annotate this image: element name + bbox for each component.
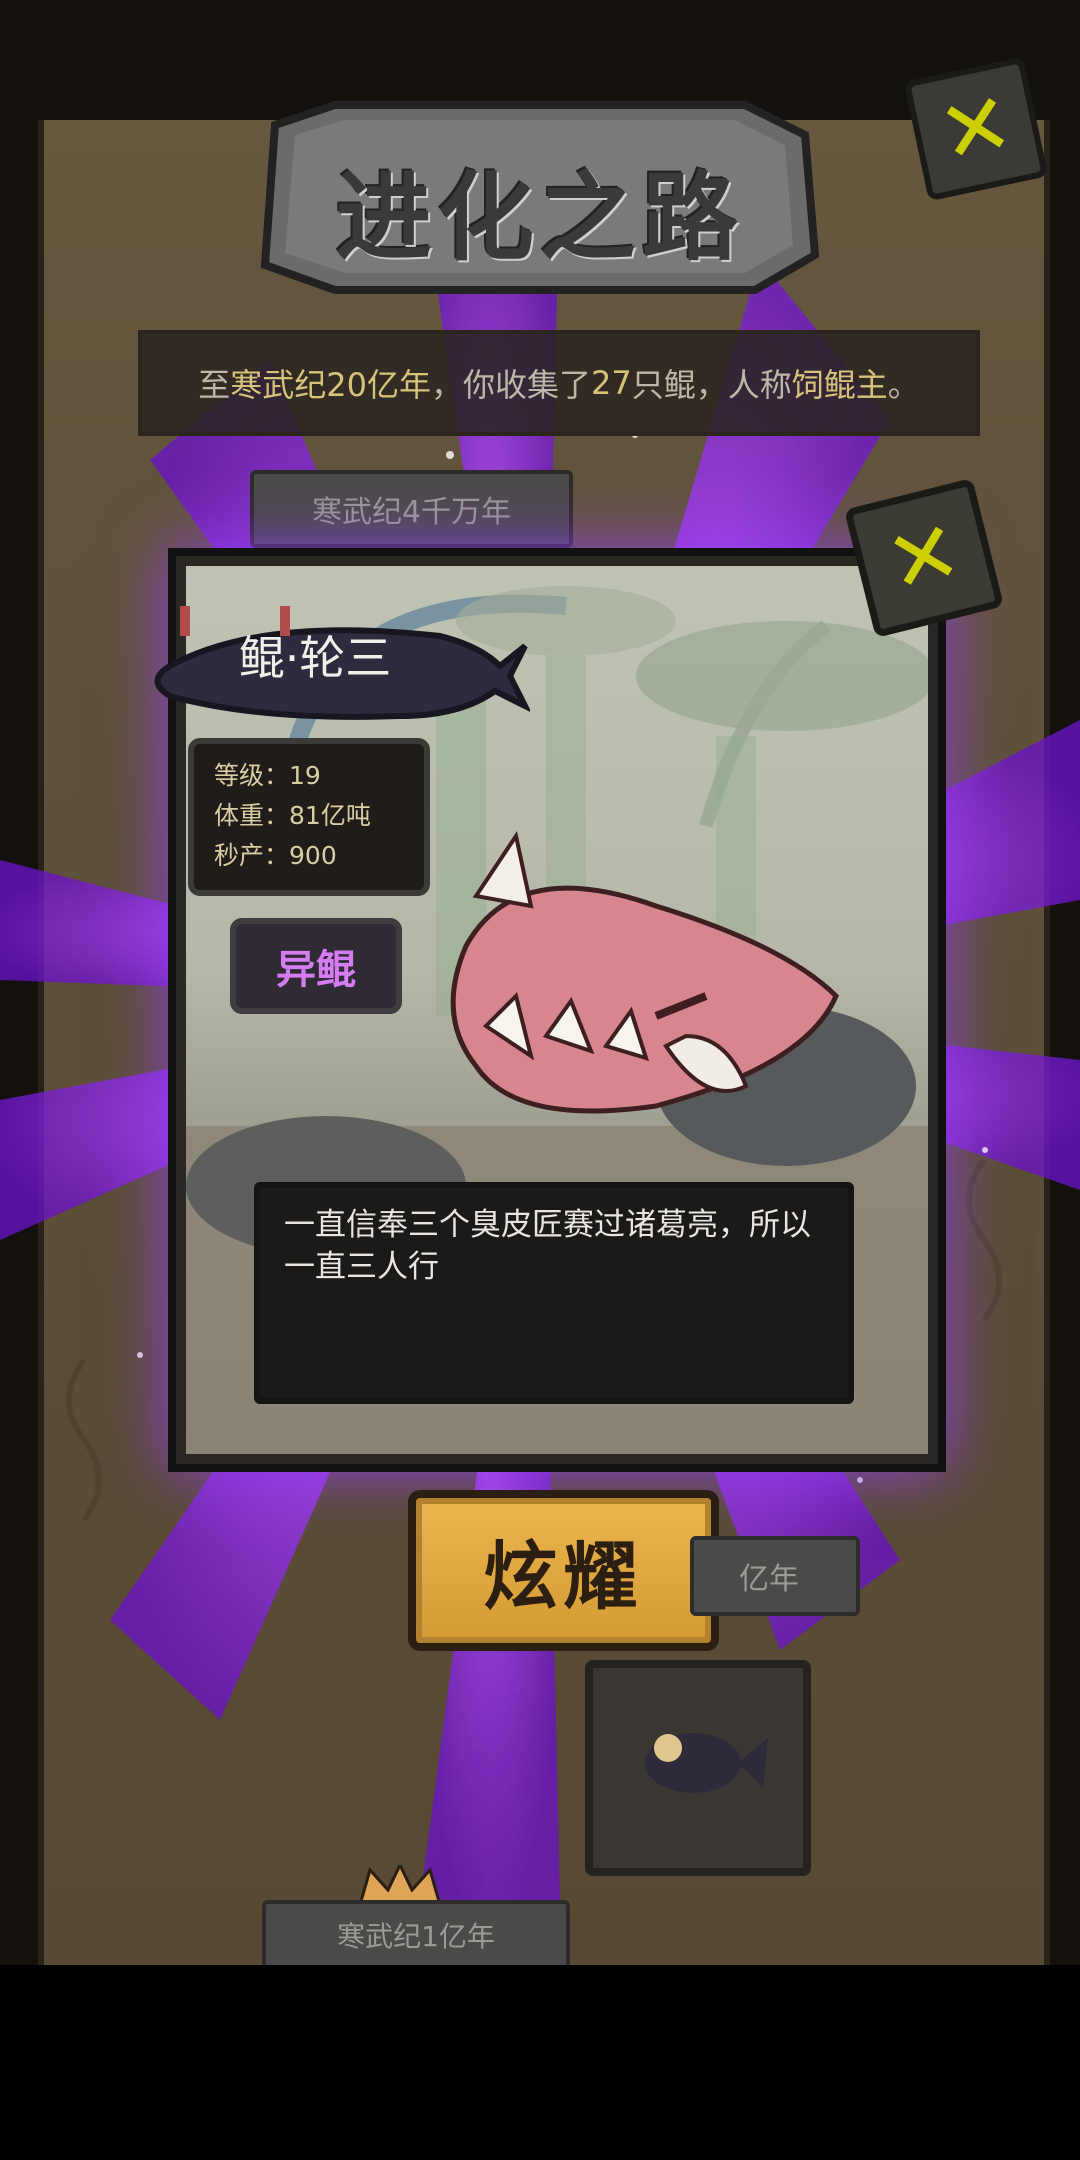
era-label-bottom: 寒武纪1亿年 xyxy=(262,1900,570,1965)
evolution-fish-card[interactable] xyxy=(585,1660,811,1876)
close-icon: ✕ xyxy=(930,72,1022,186)
game-screen: 进化之路 ✕ 至寒武纪20亿年 ，你收集了 27 只鲲，人称 饲鲲主。 寒武纪4千万年 xyxy=(0,0,1080,1965)
stat-level: 等级：19 xyxy=(214,761,321,790)
fish-stats: 等级：19 体重：81亿吨 秒产：900 xyxy=(188,738,430,896)
crown-icon xyxy=(360,1865,440,1905)
banner-mid: ，你收集了 xyxy=(430,366,591,404)
rarity-tag: 异鲲 xyxy=(230,918,402,1014)
stat-weight: 体重：81亿吨 xyxy=(214,801,371,830)
close-icon: ✕ xyxy=(876,500,972,616)
stat-production: 秒产：900 xyxy=(214,841,337,870)
fish-name: 鲲·轮三 xyxy=(238,631,392,685)
page-title: 进化之路 xyxy=(336,162,744,274)
fish-description: 一直信奉三个臭皮匠赛过诸葛亮，所以一直三人行 xyxy=(254,1182,854,1404)
show-off-button[interactable]: 炫耀 xyxy=(408,1490,719,1651)
banner-title: 饲鲲主 xyxy=(791,366,888,404)
collection-banner: 至寒武纪20亿年 ，你收集了 27 只鲲，人称 饲鲲主。 xyxy=(138,330,980,436)
era-label-top: 寒武纪4千万年 xyxy=(250,470,573,548)
close-page-button[interactable]: ✕ xyxy=(903,56,1049,202)
era-label-mid: 亿年 xyxy=(690,1536,860,1616)
fish-thumbnail-icon xyxy=(645,1733,768,1793)
banner-mid2: 只鲲，人称 xyxy=(631,366,792,404)
banner-suffix: 。 xyxy=(887,366,920,404)
banner-count: 27 xyxy=(591,364,632,402)
banner-era: 寒武纪20亿年 xyxy=(230,366,431,404)
banner-prefix: 至 xyxy=(198,366,231,404)
